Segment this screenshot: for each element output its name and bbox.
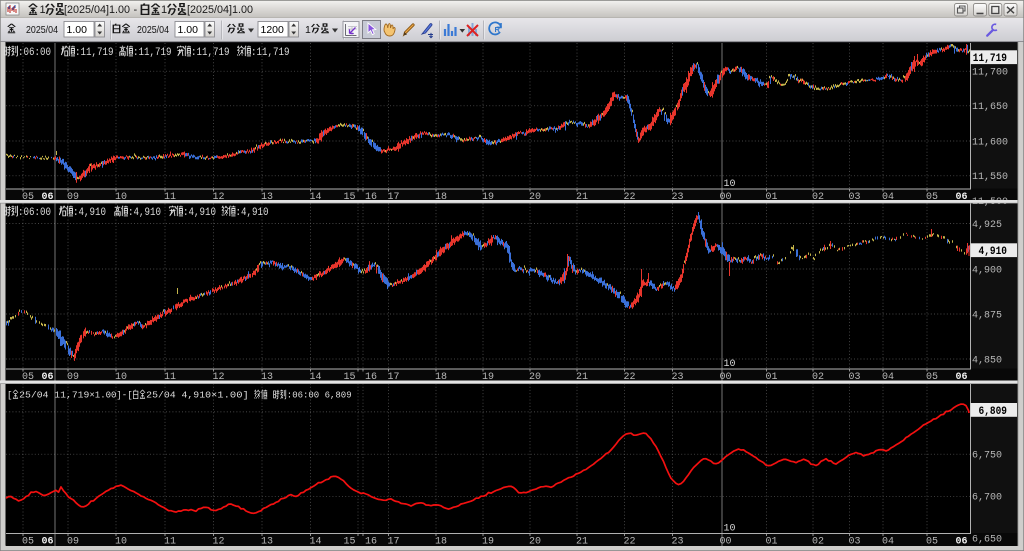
svg-text:1.00: 1.00 — [67, 24, 88, 36]
svg-text:21: 21 — [576, 537, 588, 548]
svg-text:R: R — [495, 25, 501, 34]
svg-text:6,750: 6,750 — [972, 450, 1002, 462]
svg-text:20: 20 — [529, 537, 541, 548]
svg-text:11: 11 — [164, 537, 176, 548]
svg-text:25/04 4,910: 25/04 4,910 — [146, 390, 211, 401]
svg-text::4,910: :4,910 — [236, 207, 269, 219]
svg-text:11,550: 11,550 — [972, 171, 1008, 183]
svg-text:05: 05 — [22, 537, 34, 548]
svg-text:01: 01 — [765, 537, 777, 548]
svg-text:1200: 1200 — [261, 24, 285, 36]
svg-text:11,650: 11,650 — [972, 101, 1008, 113]
svg-text:18: 18 — [435, 537, 447, 548]
svg-text::06:00: :06:00 — [18, 207, 51, 219]
svg-text:13: 13 — [261, 537, 273, 548]
svg-text:[2025/04]1.00: [2025/04]1.00 — [187, 4, 253, 16]
svg-text:4,925: 4,925 — [972, 219, 1002, 231]
svg-text:10: 10 — [724, 524, 736, 535]
svg-text:2025/04: 2025/04 — [26, 24, 58, 36]
svg-text:10: 10 — [115, 537, 127, 548]
svg-text:1: 1 — [161, 4, 167, 16]
svg-text:23: 23 — [671, 537, 683, 548]
svg-text:6,700: 6,700 — [972, 492, 1002, 504]
svg-text:10: 10 — [724, 359, 736, 370]
svg-text:10: 10 — [724, 179, 736, 190]
svg-text:12: 12 — [212, 537, 224, 548]
svg-text:11,600: 11,600 — [972, 136, 1008, 148]
svg-text:02: 02 — [812, 537, 824, 548]
svg-text::4,910: :4,910 — [183, 207, 216, 219]
svg-text:4,850: 4,850 — [972, 354, 1002, 366]
svg-text:09: 09 — [67, 537, 79, 548]
svg-text:25/04 11,719: 25/04 11,719 — [19, 390, 89, 401]
svg-text:×1.00]: ×1.00] — [211, 390, 249, 401]
svg-text::11,719: :11,719 — [133, 47, 172, 59]
svg-text:17: 17 — [387, 537, 399, 548]
svg-text:6,650: 6,650 — [972, 534, 1002, 546]
svg-text:00: 00 — [719, 537, 731, 548]
svg-text:04: 04 — [882, 537, 894, 548]
svg-text::4,910: :4,910 — [73, 207, 106, 219]
svg-text:4,875: 4,875 — [972, 309, 1002, 321]
svg-text::11,719: :11,719 — [75, 47, 114, 59]
svg-text:6,809: 6,809 — [979, 406, 1008, 418]
svg-text:11,719: 11,719 — [973, 53, 1007, 65]
svg-text:06: 06 — [41, 537, 53, 548]
svg-text:×1.00]-[: ×1.00]-[ — [89, 390, 132, 401]
svg-text::11,719: :11,719 — [251, 47, 290, 59]
svg-text:15: 15 — [343, 537, 355, 548]
svg-text:4,900: 4,900 — [972, 264, 1002, 276]
svg-text::06:00: :06:00 — [18, 47, 51, 59]
svg-text:1: 1 — [40, 4, 46, 16]
svg-text:03: 03 — [848, 537, 860, 548]
svg-text::06:00 6,809: :06:00 6,809 — [287, 390, 352, 401]
svg-text:19: 19 — [482, 537, 494, 548]
svg-text:-: - — [134, 4, 138, 16]
svg-text:[: [ — [7, 390, 12, 401]
svg-text:[2025/04]1.00: [2025/04]1.00 — [64, 4, 130, 16]
svg-text::4,910: :4,910 — [128, 207, 161, 219]
svg-text:05: 05 — [926, 537, 938, 548]
svg-text:06: 06 — [955, 537, 967, 548]
svg-text:2025/04: 2025/04 — [137, 24, 169, 36]
svg-text:22: 22 — [623, 537, 635, 548]
svg-text:1: 1 — [305, 24, 311, 36]
svg-text:16: 16 — [365, 537, 377, 548]
svg-text:1.00: 1.00 — [178, 24, 199, 36]
svg-text:14: 14 — [309, 537, 321, 548]
svg-text::11,719: :11,719 — [191, 47, 230, 59]
svg-text:4,910: 4,910 — [979, 246, 1008, 258]
svg-text:11,700: 11,700 — [972, 67, 1008, 79]
